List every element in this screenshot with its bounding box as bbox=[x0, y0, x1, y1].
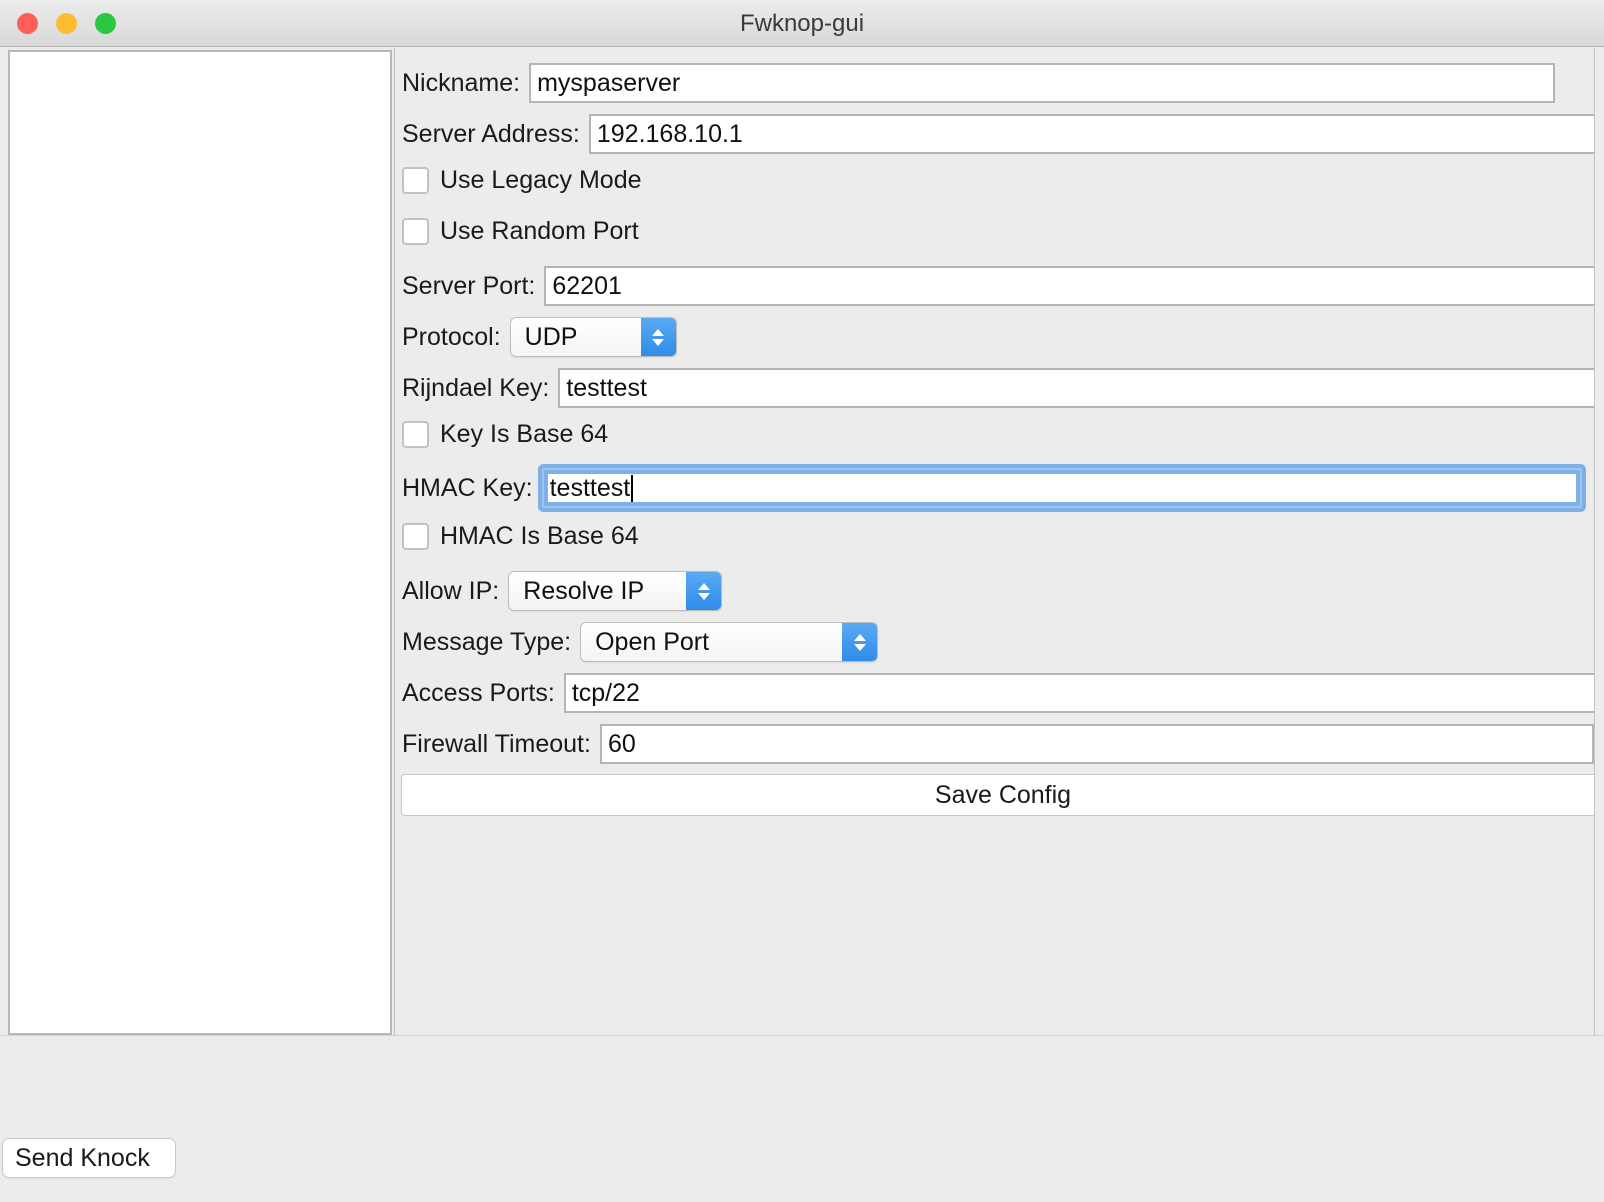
label-key-is-base64: Key Is Base 64 bbox=[440, 420, 608, 449]
field-row-key-is-base64[interactable]: Key Is Base 64 bbox=[395, 412, 608, 456]
label-protocol: Protocol: bbox=[395, 323, 510, 352]
nickname-input[interactable]: myspaserver bbox=[529, 63, 1555, 103]
protocol-stepper-icon[interactable] bbox=[641, 318, 676, 356]
label-use-legacy-mode: Use Legacy Mode bbox=[440, 166, 642, 195]
message-type-stepper-icon[interactable] bbox=[842, 623, 877, 661]
server-port-input[interactable]: 62201 bbox=[544, 266, 1604, 306]
protocol-dropdown-value: UDP bbox=[511, 318, 641, 356]
allow-ip-dropdown[interactable]: Resolve IP bbox=[508, 571, 722, 611]
field-row-protocol: Protocol: UDP bbox=[395, 312, 677, 362]
label-hmac-is-base64: HMAC Is Base 64 bbox=[440, 522, 639, 551]
server-address-input[interactable]: 192.168.10.1 bbox=[589, 114, 1604, 154]
field-row-server-port: Server Port: 62201 bbox=[395, 261, 1604, 311]
protocol-dropdown[interactable]: UDP bbox=[510, 317, 677, 357]
field-row-allow-ip: Allow IP: Resolve IP bbox=[395, 566, 722, 616]
allow-ip-stepper-icon[interactable] bbox=[686, 572, 721, 610]
label-allow-ip: Allow IP: bbox=[395, 577, 508, 606]
hmac-is-base64-checkbox[interactable] bbox=[402, 523, 429, 550]
field-row-rijndael-key: Rijndael Key: testtest bbox=[395, 363, 1600, 413]
label-use-random-port: Use Random Port bbox=[440, 217, 639, 246]
server-list-panel[interactable] bbox=[8, 50, 392, 1035]
field-row-use-random-port[interactable]: Use Random Port bbox=[395, 209, 639, 253]
label-nickname: Nickname: bbox=[395, 69, 529, 98]
label-rijndael-key: Rijndael Key: bbox=[395, 374, 558, 403]
text-cursor bbox=[631, 475, 633, 502]
app-window: Fwknop-gui Nickname: myspaserver Server … bbox=[0, 0, 1604, 1202]
label-message-type: Message Type: bbox=[395, 628, 580, 657]
chevron-down-icon bbox=[854, 644, 866, 651]
use-random-port-checkbox[interactable] bbox=[402, 218, 429, 245]
chevron-down-icon bbox=[652, 339, 664, 346]
bottom-bar: Send Knock bbox=[0, 1035, 1604, 1202]
use-legacy-mode-checkbox[interactable] bbox=[402, 167, 429, 194]
field-row-access-ports: Access Ports: tcp/22 bbox=[395, 668, 1598, 718]
message-type-dropdown[interactable]: Open Port bbox=[580, 622, 878, 662]
field-row-hmac-key: HMAC Key: testtest bbox=[395, 463, 1582, 513]
chevron-up-icon bbox=[698, 583, 710, 590]
panel-right-edge bbox=[1594, 48, 1604, 1035]
config-form-panel: Nickname: myspaserver Server Address: 19… bbox=[394, 48, 1604, 1035]
chevron-down-icon bbox=[698, 593, 710, 600]
field-row-server-address: Server Address: 192.168.10.1 bbox=[395, 109, 1604, 159]
field-row-use-legacy-mode[interactable]: Use Legacy Mode bbox=[395, 158, 642, 202]
hmac-key-input[interactable]: testtest bbox=[542, 468, 1582, 508]
send-knock-button[interactable]: Send Knock bbox=[2, 1138, 176, 1178]
message-type-dropdown-value: Open Port bbox=[581, 623, 842, 661]
access-ports-input[interactable]: tcp/22 bbox=[564, 673, 1598, 713]
field-row-message-type: Message Type: Open Port bbox=[395, 617, 878, 667]
label-server-address: Server Address: bbox=[395, 120, 589, 149]
window-title: Fwknop-gui bbox=[0, 0, 1604, 47]
chevron-up-icon bbox=[652, 329, 664, 336]
field-row-nickname: Nickname: myspaserver bbox=[395, 58, 1555, 108]
chevron-up-icon bbox=[854, 634, 866, 641]
key-is-base64-checkbox[interactable] bbox=[402, 421, 429, 448]
hmac-key-value: testtest bbox=[550, 474, 631, 503]
save-config-button[interactable]: Save Config bbox=[401, 774, 1604, 816]
field-row-hmac-is-base64[interactable]: HMAC Is Base 64 bbox=[395, 514, 639, 558]
rijndael-key-input[interactable]: testtest bbox=[558, 368, 1600, 408]
title-bar: Fwknop-gui bbox=[0, 0, 1604, 47]
label-server-port: Server Port: bbox=[395, 272, 544, 301]
label-hmac-key: HMAC Key: bbox=[395, 474, 542, 503]
label-access-ports: Access Ports: bbox=[395, 679, 564, 708]
label-firewall-timeout: Firewall Timeout: bbox=[395, 730, 600, 759]
allow-ip-dropdown-value: Resolve IP bbox=[509, 572, 686, 610]
firewall-timeout-input[interactable]: 60 bbox=[600, 724, 1594, 764]
field-row-firewall-timeout: Firewall Timeout: 60 bbox=[395, 719, 1594, 769]
